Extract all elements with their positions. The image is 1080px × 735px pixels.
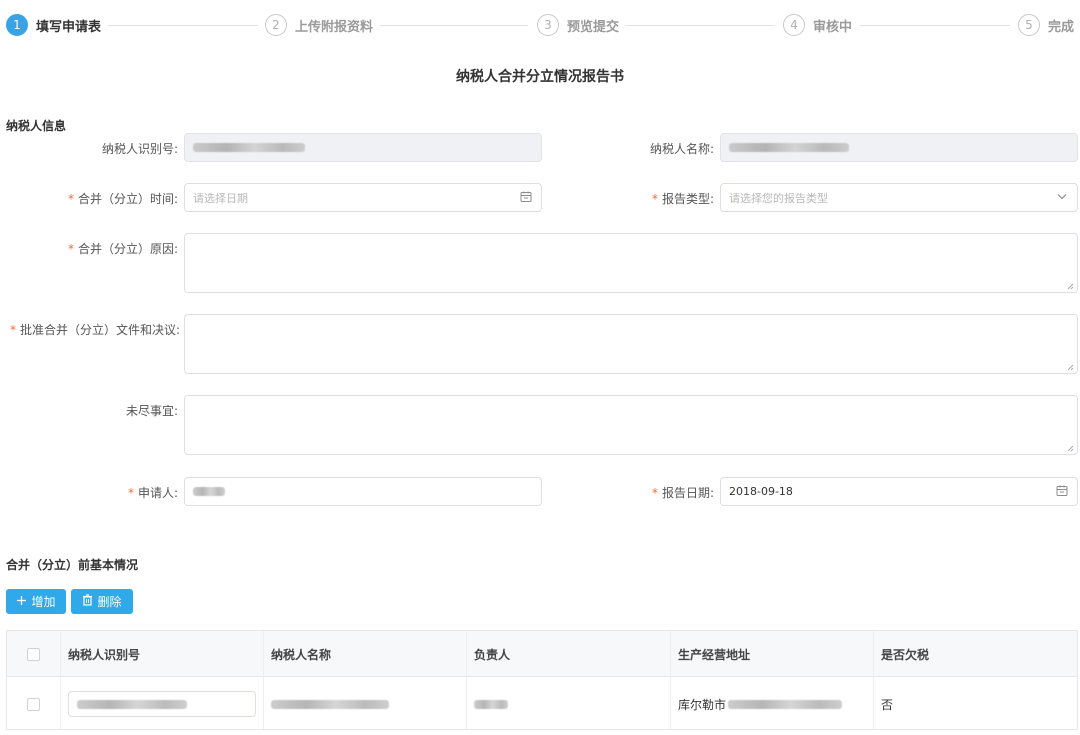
report-type-select[interactable]: 请选择您的报告类型 xyxy=(720,183,1078,212)
column-header-tax-id: 纳税人识别号 xyxy=(68,647,141,662)
redacted-value xyxy=(729,143,849,152)
step-3[interactable]: 3 预览提交 xyxy=(537,14,619,36)
page-title: 纳税人合并分立情况报告书 xyxy=(456,69,624,85)
address-prefix: 库尔勒市 xyxy=(678,697,727,712)
redacted-value xyxy=(193,143,305,152)
column-divider xyxy=(873,631,874,729)
row-checkbox[interactable] xyxy=(27,678,40,730)
step-connector xyxy=(860,25,1010,26)
resize-handle-icon[interactable] xyxy=(1066,282,1074,290)
step-number: 5 xyxy=(1018,14,1040,36)
redacted-value xyxy=(474,699,508,709)
column-header-owes-tax: 是否欠税 xyxy=(881,647,930,662)
report-date-label: * 报告日期: xyxy=(651,486,714,500)
add-button[interactable]: 增加 xyxy=(6,589,66,614)
basic-info-table: 纳税人识别号 纳税人名称 负责人 生产经营地址 是否欠税 库尔勒市 否 xyxy=(6,630,1078,730)
step-connector xyxy=(380,25,528,26)
step-number: 4 xyxy=(783,14,805,36)
other-matters-label: 未尽事宜: xyxy=(125,404,178,418)
section-title-taxpayer: 纳税人信息 xyxy=(6,119,67,133)
step-label: 审核中 xyxy=(813,19,853,35)
column-header-owner: 负责人 xyxy=(474,647,511,662)
redacted-value xyxy=(193,487,225,496)
step-4[interactable]: 4 审核中 xyxy=(783,14,852,36)
step-number: 1 xyxy=(6,14,28,36)
column-divider xyxy=(670,631,671,729)
select-all-checkbox[interactable] xyxy=(27,631,40,677)
column-header-tax-name: 纳税人名称 xyxy=(271,647,332,662)
approval-label: * 批准合并（分立）文件和决议: xyxy=(10,323,181,337)
step-label: 完成 xyxy=(1048,19,1075,35)
column-divider xyxy=(466,631,467,729)
reason-textarea[interactable] xyxy=(184,233,1078,293)
delete-button[interactable]: 删除 xyxy=(71,589,133,614)
report-date-picker[interactable]: 2018-09-18 xyxy=(720,477,1078,506)
steps-bar: 1 填写申请表 2 上传附报资料 3 预览提交 4 审核中 5 完成 xyxy=(0,0,1080,52)
step-label: 预览提交 xyxy=(567,19,620,35)
column-divider xyxy=(263,631,264,729)
approval-textarea[interactable] xyxy=(184,314,1078,374)
column-header-address: 生产经营地址 xyxy=(678,647,751,662)
applicant-input[interactable] xyxy=(184,477,542,506)
tax-name-field xyxy=(720,133,1078,162)
section-title-basic: 合并（分立）前基本情况 xyxy=(6,558,139,572)
tax-id-field xyxy=(184,133,542,162)
redacted-value xyxy=(77,699,187,709)
step-5[interactable]: 5 完成 xyxy=(1018,14,1074,36)
delete-button-label: 删除 xyxy=(97,595,122,609)
reason-label: * 合并（分立）原因: xyxy=(67,242,178,256)
step-label: 上传附报资料 xyxy=(295,19,374,35)
step-connector xyxy=(625,25,775,26)
table-row-tax-id-cell xyxy=(68,678,256,730)
tax-id-label: 纳税人识别号: xyxy=(101,142,178,156)
step-label: 填写申请表 xyxy=(36,19,102,35)
report-date-value: 2018-09-18 xyxy=(729,485,793,498)
add-button-label: 增加 xyxy=(31,595,56,609)
step-2[interactable]: 2 上传附报资料 xyxy=(265,14,373,36)
step-number: 2 xyxy=(265,14,287,36)
step-connector xyxy=(108,25,258,26)
tax-name-label: 纳税人名称: xyxy=(649,142,714,156)
tax-id-row-input[interactable] xyxy=(68,691,256,717)
redacted-value xyxy=(271,699,389,709)
table-row-address-cell: 库尔勒市 xyxy=(678,678,843,730)
redacted-value xyxy=(728,699,843,709)
step-1[interactable]: 1 填写申请表 xyxy=(6,14,101,36)
calendar-icon[interactable] xyxy=(520,190,532,205)
plus-icon xyxy=(16,595,27,609)
trash-icon xyxy=(82,594,93,609)
other-matters-textarea[interactable] xyxy=(184,395,1078,455)
resize-handle-icon[interactable] xyxy=(1066,363,1074,371)
resize-handle-icon[interactable] xyxy=(1066,444,1074,452)
table-row-owner-cell xyxy=(474,678,508,730)
date-placeholder: 请选择日期 xyxy=(193,191,248,205)
column-divider xyxy=(60,631,61,729)
calendar-icon[interactable] xyxy=(1056,484,1068,499)
select-placeholder: 请选择您的报告类型 xyxy=(729,191,828,205)
applicant-label: * 申请人: xyxy=(127,486,178,500)
chevron-down-icon[interactable] xyxy=(1056,190,1068,205)
merge-time-date-picker[interactable]: 请选择日期 xyxy=(184,183,542,212)
table-row-tax-name-cell xyxy=(271,678,389,730)
merge-time-label: * 合并（分立）时间: xyxy=(67,192,178,206)
step-number: 3 xyxy=(537,14,559,36)
report-type-label: * 报告类型: xyxy=(651,192,714,206)
table-row-owes-tax-cell: 否 xyxy=(881,697,894,712)
